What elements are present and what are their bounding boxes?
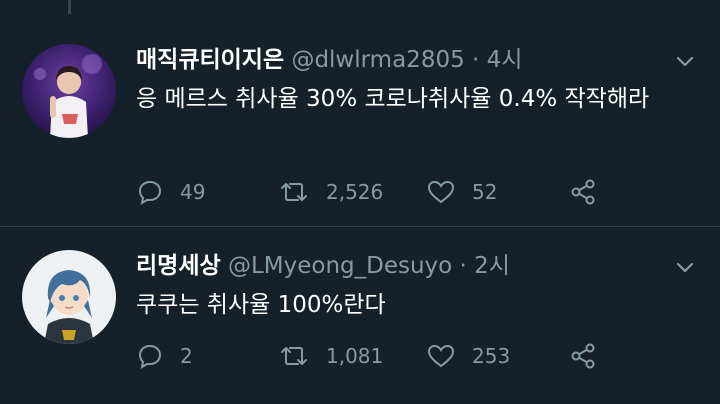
user-handle[interactable]: @dlwlrma2805 bbox=[291, 47, 464, 73]
chevron-down-icon[interactable] bbox=[672, 256, 698, 278]
reply-button[interactable]: 49 bbox=[136, 176, 205, 208]
timestamp[interactable]: 4시 bbox=[487, 47, 523, 73]
reply-count: 2 bbox=[180, 344, 193, 368]
divider bbox=[0, 226, 720, 227]
retweet-button[interactable]: 2,526 bbox=[278, 176, 383, 208]
reply-icon bbox=[136, 178, 164, 206]
heart-icon bbox=[426, 178, 456, 206]
user-handle[interactable]: @LMyeong_Desuyo bbox=[228, 253, 452, 279]
avatar[interactable] bbox=[22, 44, 116, 138]
timestamp[interactable]: 2시 bbox=[474, 253, 510, 279]
avatar[interactable] bbox=[22, 250, 116, 344]
like-count: 253 bbox=[472, 344, 511, 368]
reply-button[interactable]: 2 bbox=[136, 340, 193, 372]
like-button[interactable]: 52 bbox=[426, 176, 497, 208]
share-icon bbox=[568, 342, 598, 370]
tweet-actions: 2 1,081 253 bbox=[136, 340, 616, 372]
retweet-count: 1,081 bbox=[326, 344, 384, 368]
separator-dot: · bbox=[459, 253, 467, 279]
retweet-icon bbox=[278, 178, 310, 206]
tweet-text: 응 메르스 취사율 30% 코로나취사율 0.4% 작작해라 bbox=[136, 86, 650, 112]
heart-icon bbox=[426, 342, 456, 370]
tweet-text: 쿠쿠는 취사율 100%란다 bbox=[136, 292, 386, 318]
reply-icon bbox=[136, 342, 164, 370]
like-count: 52 bbox=[472, 180, 498, 204]
thread-connector-line bbox=[68, 0, 71, 14]
retweet-button[interactable]: 1,081 bbox=[278, 340, 383, 372]
share-button[interactable] bbox=[568, 176, 598, 208]
retweet-icon bbox=[278, 342, 310, 370]
like-button[interactable]: 253 bbox=[426, 340, 510, 372]
share-icon bbox=[568, 178, 598, 206]
share-button[interactable] bbox=[568, 340, 598, 372]
tweet-header: 매직큐티이지은 @dlwlrma2805 · 4시 bbox=[136, 42, 522, 78]
tweet-header: 리명세상 @LMyeong_Desuyo · 2시 bbox=[136, 248, 510, 284]
chevron-down-icon[interactable] bbox=[672, 50, 698, 72]
separator-dot: · bbox=[472, 47, 480, 73]
reply-count: 49 bbox=[180, 180, 206, 204]
display-name[interactable]: 매직큐티이지은 bbox=[136, 47, 284, 73]
retweet-count: 2,526 bbox=[326, 180, 384, 204]
tweet-actions: 49 2,526 52 bbox=[136, 176, 616, 208]
display-name[interactable]: 리명세상 bbox=[136, 253, 221, 279]
